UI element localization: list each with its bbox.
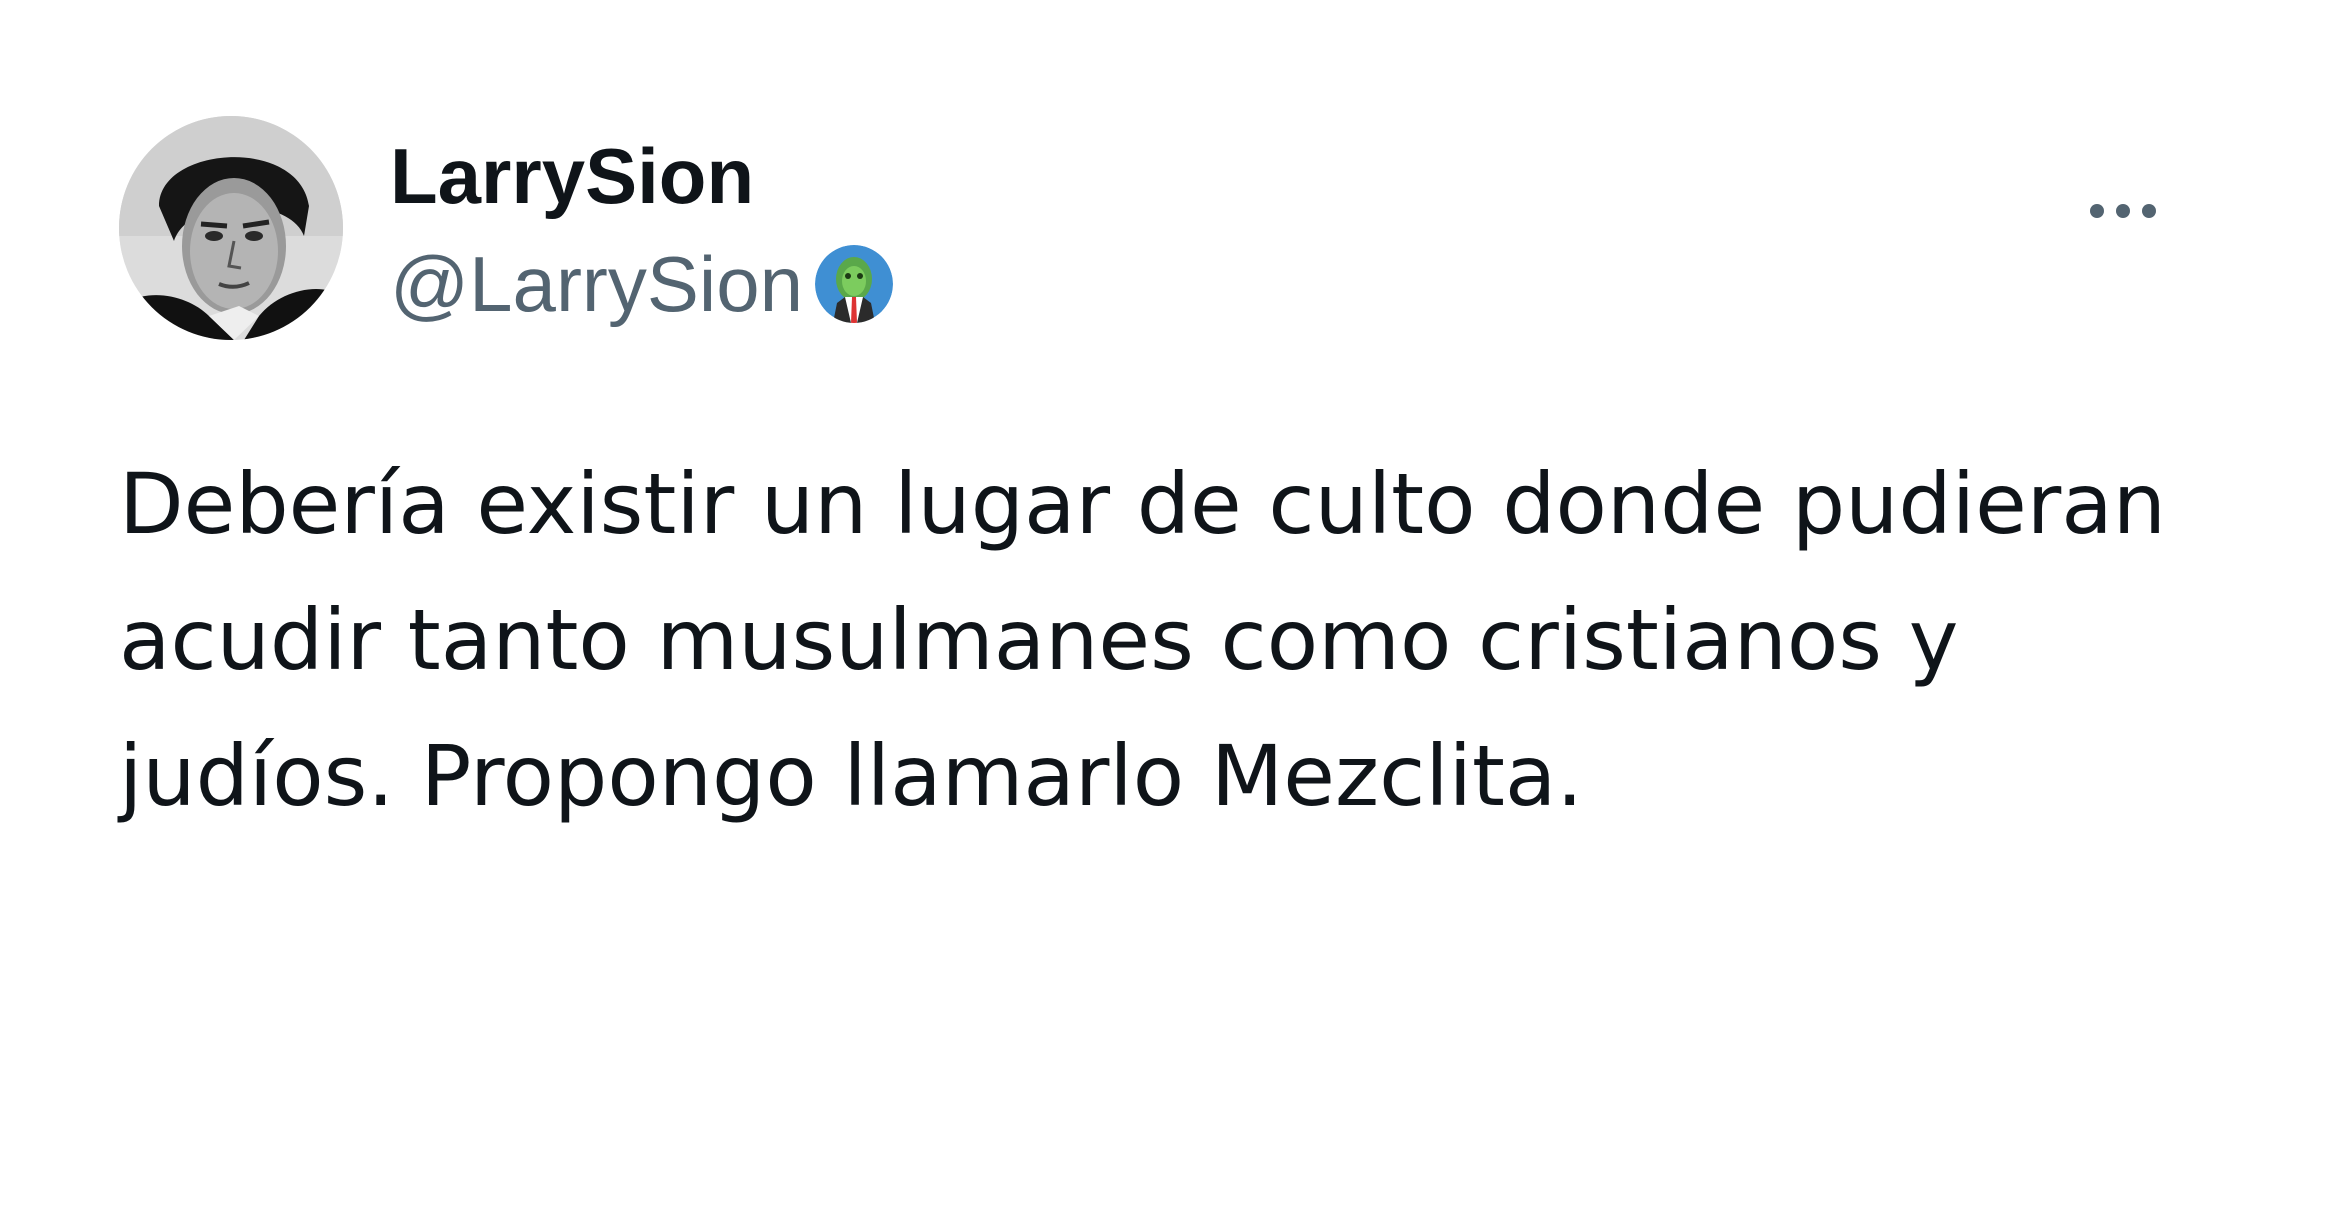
more-horizontal-icon-dot	[2090, 204, 2104, 218]
avatar-photo-icon	[119, 116, 343, 340]
more-horizontal-icon-dot	[2142, 204, 2156, 218]
tweet-card: LarrySion @LarrySion Debería existir un …	[0, 0, 2350, 1230]
more-options-button[interactable]	[2068, 176, 2178, 246]
author-display-name[interactable]: LarrySion	[390, 128, 754, 224]
tweet-text: Debería existir un lugar de culto donde …	[119, 455, 2167, 825]
avatar[interactable]	[119, 116, 343, 340]
more-horizontal-icon-dot	[2116, 204, 2130, 218]
author-handle-row: @LarrySion	[390, 236, 894, 332]
author-handle[interactable]: @LarrySion	[390, 236, 803, 332]
profile-badge-icon	[815, 245, 894, 323]
